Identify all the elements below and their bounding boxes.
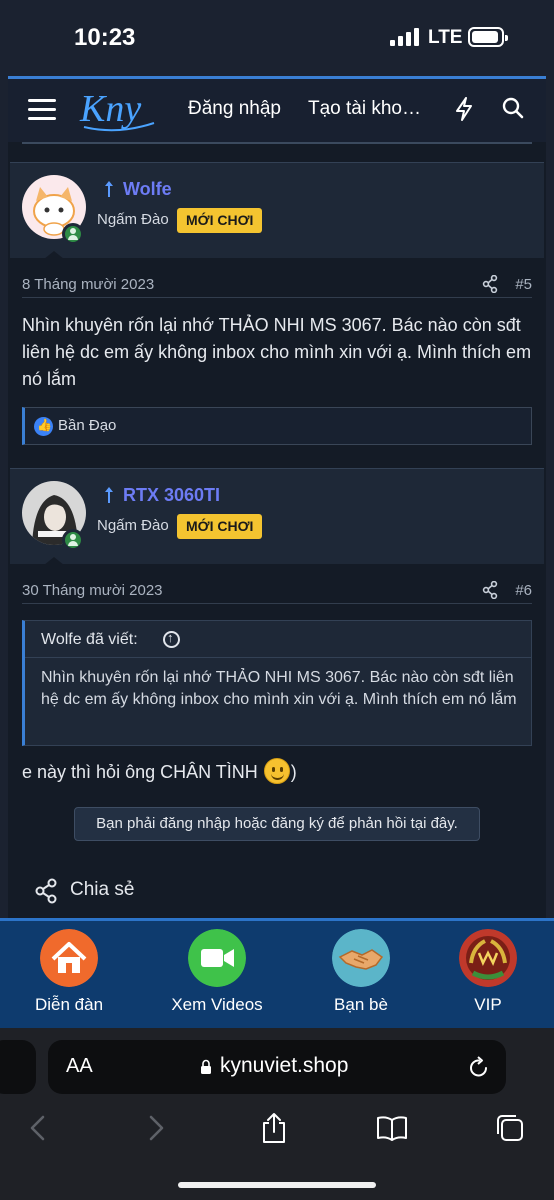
logo-text: Kny <box>79 88 141 130</box>
previous-tab-preview[interactable] <box>0 1040 36 1094</box>
smiley-emoji-icon <box>263 758 290 784</box>
signal-icon <box>390 28 420 46</box>
post-text: e này thì hỏi ông CHÂN TÌNH <box>22 762 263 782</box>
header-pointer <box>44 557 64 565</box>
quote-author[interactable]: Wolfe đã viết: <box>41 631 138 649</box>
share-icon <box>35 878 57 904</box>
user-badge: MỚI CHƠI <box>177 208 263 233</box>
post-body: Nhìn khuyên rốn lại nhớ THẢO NHI MS 3067… <box>22 315 532 389</box>
bookmarks-icon[interactable] <box>376 1112 408 1144</box>
reaction-bar[interactable]: Bần Đạo <box>22 407 532 445</box>
tabs-icon[interactable] <box>494 1112 526 1144</box>
share-label: Chia sẻ <box>70 879 135 900</box>
online-status-icon <box>62 223 84 245</box>
user-title: Ngấm Đào <box>97 211 169 228</box>
post-text-end: ) <box>290 762 297 782</box>
register-link[interactable]: Tạo tài kho… <box>308 98 421 120</box>
post-date[interactable]: 8 Tháng mười 2023 <box>22 276 154 293</box>
share-button[interactable]: Chia sẻ <box>34 876 234 906</box>
browser-toolbar: AA kynuviet.shop <box>0 1028 554 1200</box>
forward-icon[interactable] <box>140 1112 172 1144</box>
like-icon <box>34 417 53 436</box>
address-bar[interactable]: AA kynuviet.shop <box>48 1040 506 1094</box>
site-header: Kny Đăng nhập Tạo tài kho… <box>8 76 546 142</box>
rank-icon <box>105 487 113 503</box>
url-text[interactable]: kynuviet.shop <box>220 1054 348 1078</box>
nav-vip[interactable]: VIP <box>423 921 553 1031</box>
post-date[interactable]: 30 Tháng mười 2023 <box>22 582 163 599</box>
nav-label: Xem Videos <box>171 995 263 1014</box>
search-icon[interactable] <box>502 97 524 119</box>
quote-text: Nhìn khuyên rốn lại nhớ THẢO NHI MS 3067… <box>41 669 517 708</box>
post: Wolfe Ngấm Đào MỚI CHƠI 8 Tháng mười 202… <box>10 162 544 452</box>
thread-content: Wolfe Ngấm Đào MỚI CHƠI 8 Tháng mười 202… <box>8 142 546 920</box>
nav-label: VIP <box>474 995 502 1014</box>
nav-videos[interactable]: Xem Videos <box>152 921 282 1031</box>
login-link[interactable]: Đăng nhập <box>188 98 281 120</box>
video-camera-icon <box>188 929 246 987</box>
reload-icon[interactable] <box>468 1055 490 1079</box>
home-indicator <box>178 1182 376 1188</box>
post-body: e này thì hỏi ông CHÂN TÌNH ) <box>22 758 534 786</box>
username-link[interactable]: RTX 3060TI <box>123 485 220 506</box>
lightning-icon[interactable] <box>454 97 474 121</box>
site-logo[interactable]: Kny <box>78 83 158 135</box>
rank-icon <box>105 181 113 197</box>
home-icon <box>40 929 98 987</box>
post-user-header: RTX 3060TI Ngấm Đào MỚI CHƠI <box>10 468 544 565</box>
text-size-button[interactable]: AA <box>66 1055 93 1078</box>
nav-label: Bạn bè <box>334 995 388 1014</box>
share-icon[interactable] <box>482 275 498 293</box>
back-icon[interactable] <box>22 1112 54 1144</box>
handshake-icon <box>332 929 390 987</box>
quote-divider <box>25 657 532 658</box>
username-link[interactable]: Wolfe <box>123 179 172 200</box>
battery-icon <box>468 27 508 47</box>
network-label: LTE <box>428 27 463 48</box>
status-time: 10:23 <box>74 24 136 51</box>
post-meta: 8 Tháng mười 2023 #5 <box>22 272 532 298</box>
post-number[interactable]: #6 <box>515 582 532 599</box>
nav-friends[interactable]: Bạn bè <box>296 921 426 1031</box>
share-sheet-icon[interactable] <box>258 1112 290 1144</box>
user-title: Ngấm Đào <box>97 517 169 534</box>
jump-to-quote-icon[interactable] <box>163 630 180 648</box>
post-number[interactable]: #5 <box>515 276 532 293</box>
menu-icon[interactable] <box>28 97 56 121</box>
lock-icon <box>201 1059 211 1074</box>
post-meta: 30 Tháng mười 2023 #6 <box>22 578 532 604</box>
status-bar: 10:23 LTE <box>0 0 554 76</box>
nav-label: Diễn đàn <box>34 995 104 1014</box>
nav-forum[interactable]: Diễn đàn <box>4 921 134 1031</box>
post: RTX 3060TI Ngấm Đào MỚI CHƠI 30 Tháng mư… <box>10 468 544 798</box>
screen: 10:23 LTE Kny Đăng nhập Tạo tài kho… Wol… <box>0 0 554 1200</box>
bottom-app-nav: Diễn đàn Xem Videos Bạn bè VIP <box>0 918 554 1028</box>
post-user-header: Wolfe Ngấm Đào MỚI CHƠI <box>10 162 544 259</box>
online-status-icon <box>62 529 84 551</box>
divider <box>22 142 532 144</box>
user-badge: MỚI CHƠI <box>177 514 263 539</box>
quote-block: Wolfe đã viết: Nhìn khuyên rốn lại nhớ T… <box>22 620 532 746</box>
reaction-user[interactable]: Bần Đạo <box>58 417 116 434</box>
login-notice[interactable]: Bạn phải đăng nhập hoặc đăng ký để phản … <box>74 807 480 841</box>
share-icon[interactable] <box>482 581 498 599</box>
vip-laurel-icon <box>459 929 517 987</box>
header-pointer <box>44 251 64 259</box>
